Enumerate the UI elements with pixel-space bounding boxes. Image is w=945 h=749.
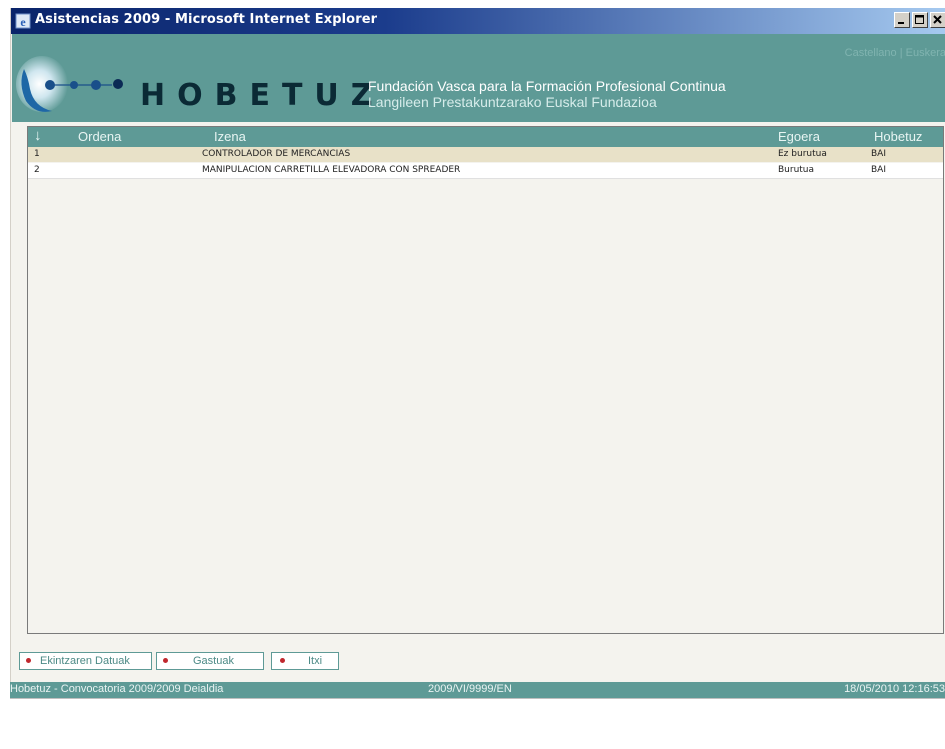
status-bar: Hobetuz - Convocatoria 2009/2009 Deialdi…: [10, 682, 945, 698]
hobetuz-logo: [16, 56, 123, 112]
courses-table: ↓ Ordena Izena Egoera Hobetuz 1 CONTROLA…: [27, 126, 944, 634]
lang-euskera-link[interactable]: Euskera: [906, 47, 945, 59]
window-title: Asistencias 2009 - Microsoft Internet Ex…: [35, 12, 378, 27]
maximize-icon[interactable]: [912, 12, 928, 28]
cell-hobetuz: BAI: [871, 149, 886, 159]
subtitle-es: Fundación Vasca para la Formación Profes…: [368, 78, 726, 94]
table-row[interactable]: 1 CONTROLADOR DE MERCANCIAS Ez burutua B…: [28, 147, 943, 162]
minimize-icon[interactable]: [894, 12, 910, 28]
title-bar[interactable]: e Asistencias 2009 - Microsoft Internet …: [11, 8, 945, 34]
table-row[interactable]: 2 MANIPULACION CARRETILLA ELEVADORA CON …: [28, 163, 943, 179]
svg-text:e: e: [20, 15, 26, 29]
column-header-hobetuz[interactable]: Hobetuz: [874, 129, 922, 144]
itxi-button[interactable]: Itxi: [271, 652, 339, 670]
lang-separator: |: [896, 47, 906, 59]
bottom-empty-area: [10, 698, 945, 749]
language-switcher: Castellano | Euskera: [845, 47, 945, 59]
table-header: ↓ Ordena Izena Egoera Hobetuz: [28, 127, 943, 147]
cell-izena: CONTROLADOR DE MERCANCIAS: [202, 149, 351, 159]
sort-down-icon[interactable]: ↓: [34, 127, 42, 144]
cell-ordena: 1: [34, 149, 40, 159]
status-convocatoria: Hobetuz - Convocatoria 2009/2009 Deialdi…: [10, 683, 224, 695]
header-banner: Castellano | Euskera HOBETUZ Fundación V…: [12, 34, 945, 122]
column-header-egoera[interactable]: Egoera: [778, 129, 820, 144]
cell-izena: MANIPULACION CARRETILLA ELEVADORA CON SP…: [202, 165, 461, 175]
column-header-ordena[interactable]: Ordena: [78, 129, 121, 144]
gastuak-button[interactable]: Gastuak: [156, 652, 264, 670]
ekintzaren-datuak-button[interactable]: Ekintzaren Datuak: [19, 652, 152, 670]
column-header-izena[interactable]: Izena: [214, 129, 246, 144]
close-icon[interactable]: [930, 12, 945, 28]
bullet-icon: [280, 658, 285, 663]
cell-egoera: Ez burutua: [778, 149, 827, 159]
status-code: 2009/VI/9999/EN: [428, 683, 512, 695]
ie-icon: e: [15, 13, 31, 29]
subtitle-eu: Langileen Prestakuntzarako Euskal Fundaz…: [368, 94, 657, 110]
status-datetime: 18/05/2010 12:16:53: [844, 683, 945, 695]
cell-ordena: 2: [34, 165, 40, 175]
cell-egoera: Burutua: [778, 165, 815, 175]
bullet-icon: [26, 658, 31, 663]
brand-name: HOBETUZ: [140, 78, 385, 113]
lang-castellano-link[interactable]: Castellano: [845, 47, 897, 59]
bullet-icon: [163, 658, 168, 663]
cell-hobetuz: BAI: [871, 165, 886, 175]
